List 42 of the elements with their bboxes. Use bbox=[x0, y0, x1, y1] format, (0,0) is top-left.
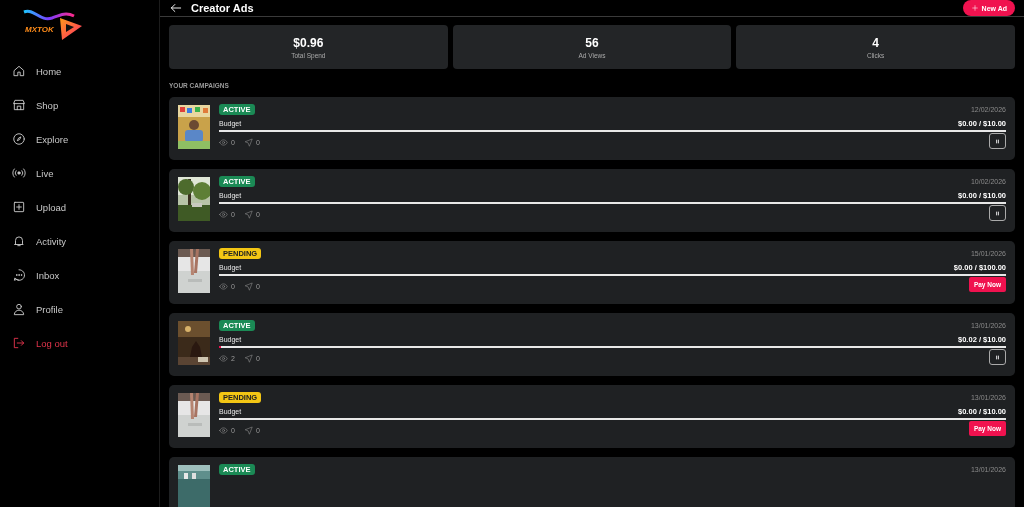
pause-button[interactable] bbox=[989, 205, 1006, 221]
pause-icon bbox=[994, 209, 1001, 217]
stat-value: 4 bbox=[872, 35, 879, 50]
send-icon bbox=[243, 282, 253, 291]
stat-value: $0.96 bbox=[293, 35, 324, 50]
send-icon bbox=[243, 210, 253, 219]
chat-bubble-icon bbox=[12, 268, 26, 282]
nav-item[interactable]: Inbox bbox=[0, 265, 159, 285]
pause-button[interactable] bbox=[989, 349, 1006, 365]
nav-item[interactable]: Activity bbox=[0, 231, 159, 251]
logo-icon bbox=[22, 8, 84, 42]
back-icon[interactable] bbox=[169, 1, 183, 15]
person-icon bbox=[12, 302, 26, 316]
nav-item[interactable]: Home bbox=[0, 61, 159, 81]
eye-icon bbox=[219, 282, 228, 291]
pause-button[interactable] bbox=[989, 133, 1006, 149]
nav-item[interactable]: Live bbox=[0, 163, 159, 183]
plus-icon bbox=[970, 4, 979, 12]
eye-icon bbox=[219, 354, 228, 363]
bell-icon bbox=[12, 234, 26, 248]
nav-item[interactable]: Log out bbox=[0, 333, 159, 353]
eye-icon bbox=[219, 210, 228, 219]
store-icon bbox=[12, 98, 26, 112]
logo-text: MXTOK bbox=[25, 25, 54, 34]
pause-icon bbox=[994, 353, 1001, 361]
plus-square-icon bbox=[12, 200, 26, 214]
nav-item[interactable]: Explore bbox=[0, 129, 159, 149]
nav-item[interactable]: Shop bbox=[0, 95, 159, 115]
eye-icon bbox=[219, 138, 228, 147]
home-icon bbox=[12, 64, 26, 78]
broadcast-icon bbox=[12, 166, 26, 180]
stat-value: 56 bbox=[585, 35, 599, 50]
page-title: Creator Ads bbox=[191, 2, 254, 14]
nav-item[interactable]: Upload bbox=[0, 197, 159, 217]
nav-item[interactable]: Profile bbox=[0, 299, 159, 319]
pause-icon bbox=[994, 137, 1001, 145]
send-icon bbox=[243, 138, 253, 147]
send-icon bbox=[243, 426, 253, 435]
send-icon bbox=[243, 354, 253, 363]
logout-icon bbox=[12, 336, 26, 350]
compass-icon bbox=[12, 132, 26, 146]
eye-icon bbox=[219, 426, 228, 435]
